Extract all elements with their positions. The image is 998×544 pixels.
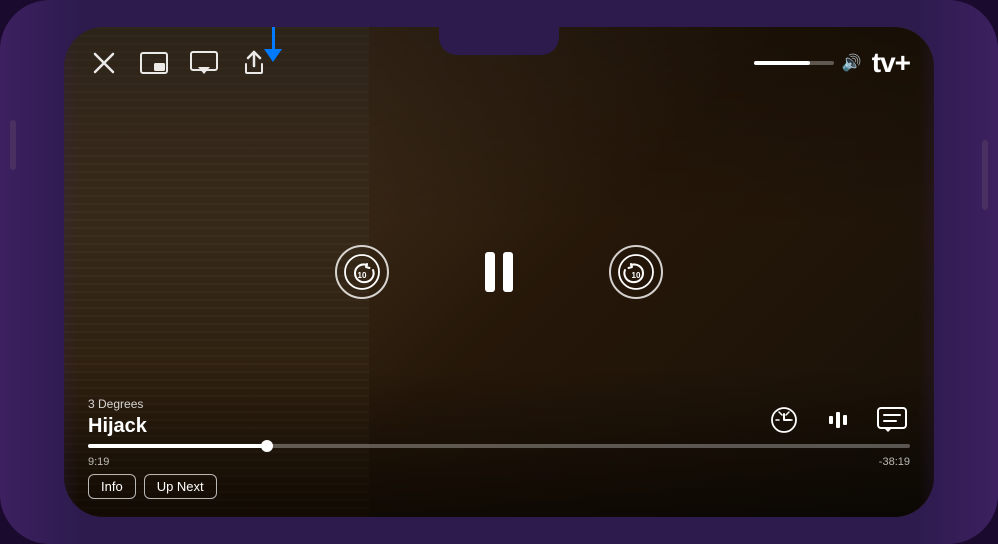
arrow-head (264, 49, 282, 62)
rewind-button[interactable]: 10 (335, 245, 389, 299)
close-button[interactable] (88, 47, 120, 79)
pause-icon (485, 252, 513, 292)
show-title: 3 Degrees (88, 397, 147, 411)
power-button[interactable] (982, 140, 988, 210)
notch (439, 27, 559, 55)
pause-button[interactable] (469, 242, 529, 302)
top-left-controls (88, 47, 270, 79)
remaining-time: -38:19 (879, 456, 910, 468)
screen: 🔊 tv+ 10 (64, 27, 934, 517)
top-right-controls: 🔊 tv+ (754, 49, 910, 77)
progress-area[interactable] (64, 444, 934, 448)
info-button[interactable]: Info (88, 474, 136, 499)
time-labels: 9:19 -38:19 (64, 456, 934, 468)
content-info: 3 Degrees Hijack (88, 397, 147, 438)
arrow-shaft (272, 27, 275, 49)
center-controls: 10 10 (335, 242, 663, 302)
speed-button[interactable] (766, 402, 802, 438)
volume-fill (754, 61, 810, 65)
forward-button[interactable]: 10 (609, 245, 663, 299)
tv-plus-label: tv+ (872, 49, 910, 77)
audio-button[interactable] (820, 402, 856, 438)
pip-button[interactable] (138, 47, 170, 79)
progress-thumb[interactable] (261, 440, 273, 452)
svg-text:10: 10 (358, 271, 367, 280)
bottom-section: 3 Degrees Hijack (64, 397, 934, 517)
pause-bar-left (485, 252, 495, 292)
episode-title: Hijack (88, 415, 147, 438)
bottom-tags: Info Up Next (88, 474, 910, 499)
airplay-button[interactable] (188, 47, 220, 79)
volume-icon: 🔊 (842, 53, 862, 73)
playback-controls-right (766, 402, 910, 438)
phone-frame: 🔊 tv+ 10 (0, 0, 998, 544)
progress-bar[interactable] (88, 444, 910, 448)
appletv-logo: tv+ (872, 49, 910, 77)
volume-track (754, 61, 834, 65)
ui-layer: 🔊 tv+ 10 (64, 27, 934, 517)
volume-control[interactable]: 🔊 (754, 53, 862, 73)
current-time: 9:19 (88, 456, 109, 468)
subtitles-button[interactable] (874, 402, 910, 438)
svg-text:10: 10 (632, 271, 641, 280)
progress-fill (88, 444, 269, 448)
volume-button[interactable] (10, 120, 16, 170)
up-next-button[interactable]: Up Next (144, 474, 217, 499)
pause-bar-right (503, 252, 513, 292)
airplay-indicator (264, 27, 282, 62)
